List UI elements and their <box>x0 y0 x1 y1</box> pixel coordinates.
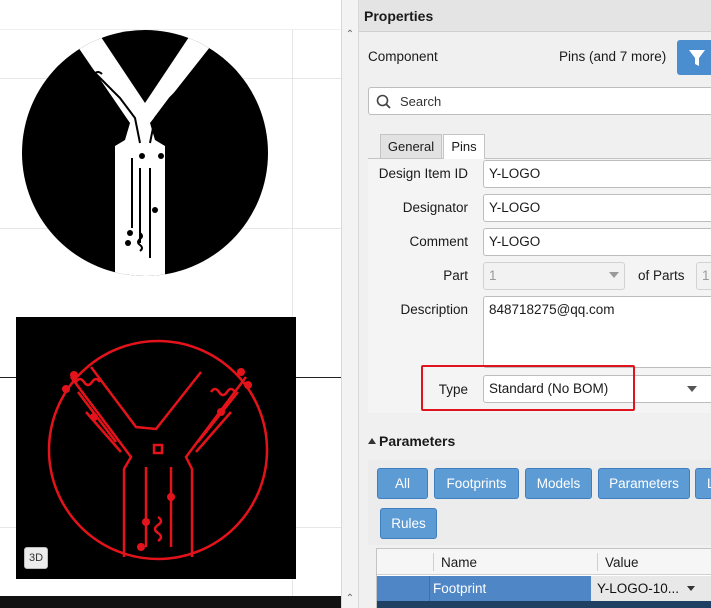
filter-footprints-button[interactable]: Footprints <box>434 468 519 499</box>
chevron-down-icon <box>687 586 695 591</box>
filter-button[interactable] <box>677 40 711 75</box>
canvas-top-strip <box>0 0 345 30</box>
designator-field[interactable]: Y-LOGO <box>483 194 711 222</box>
design-item-id-field[interactable]: Y-LOGO <box>483 160 711 188</box>
table-header: Name Value <box>377 549 711 575</box>
filter-icon <box>689 50 705 66</box>
table-row[interactable]: Footprint Y-LOGO-10... <box>377 576 711 601</box>
comment-label: Comment <box>409 234 468 249</box>
column-separator <box>433 553 434 571</box>
collapse-up-icon[interactable]: ⌃ <box>345 594 355 604</box>
parameters-table: Name Value Footprint Y-LOGO-10... <box>376 548 711 608</box>
row-value-text: Y-LOGO-10... <box>597 581 680 596</box>
design-item-id-label: Design Item ID <box>378 166 468 181</box>
collapse-triangle-icon[interactable] <box>368 438 376 444</box>
filter-models-button[interactable]: Models <box>525 468 592 499</box>
canvas-bottom-bar <box>0 596 345 608</box>
annotation-highlight-box <box>421 365 635 411</box>
search-placeholder: Search <box>400 94 442 109</box>
column-header-name[interactable]: Name <box>441 555 477 570</box>
3d-badge[interactable]: 3D <box>24 547 48 569</box>
tab-pins[interactable]: Pins <box>443 134 485 159</box>
parameters-header[interactable]: Parameters <box>379 433 455 449</box>
design-canvas[interactable]: 3D <box>0 0 345 608</box>
panel-splitter[interactable]: ⌃ ⌃ <box>341 0 359 608</box>
y-logo-silkscreen[interactable] <box>20 28 270 278</box>
of-parts-field: 1 <box>696 262 711 290</box>
filter-all-button[interactable]: All <box>377 468 428 499</box>
chevron-down-icon <box>687 386 697 392</box>
row-name-cell: Footprint <box>433 581 487 596</box>
comment-field[interactable]: Y-LOGO <box>483 228 711 256</box>
description-field[interactable]: 848718275@qq.com <box>483 296 711 368</box>
of-parts-label: of Parts <box>638 268 685 283</box>
column-separator <box>429 576 430 601</box>
component-label: Component <box>368 49 438 64</box>
column-separator <box>597 553 598 571</box>
search-icon <box>376 94 391 109</box>
3d-preview[interactable] <box>16 317 296 579</box>
part-label: Part <box>443 268 468 283</box>
part-dropdown[interactable]: 1 <box>483 262 625 290</box>
row-value-cell[interactable]: Y-LOGO-10... <box>591 576 711 601</box>
chevron-down-icon <box>609 272 619 278</box>
search-input[interactable]: Search <box>368 87 711 115</box>
description-label: Description <box>400 302 468 317</box>
panel-title: Properties <box>359 0 711 32</box>
designator-label: Designator <box>402 200 468 215</box>
pins-filter-label[interactable]: Pins (and 7 more) <box>559 49 666 64</box>
collapse-up-icon[interactable]: ⌃ <box>345 30 355 40</box>
filter-parameters-button[interactable]: Parameters <box>598 468 690 499</box>
table-row[interactable] <box>377 601 711 608</box>
properties-panel: Properties Component Pins (and 7 more) S… <box>359 0 711 608</box>
column-header-value[interactable]: Value <box>605 555 639 570</box>
filter-links-button[interactable]: L <box>695 468 711 499</box>
filter-rules-button[interactable]: Rules <box>380 508 437 539</box>
tab-general[interactable]: General <box>380 134 442 158</box>
y-logo-pcb-preview <box>47 339 269 561</box>
